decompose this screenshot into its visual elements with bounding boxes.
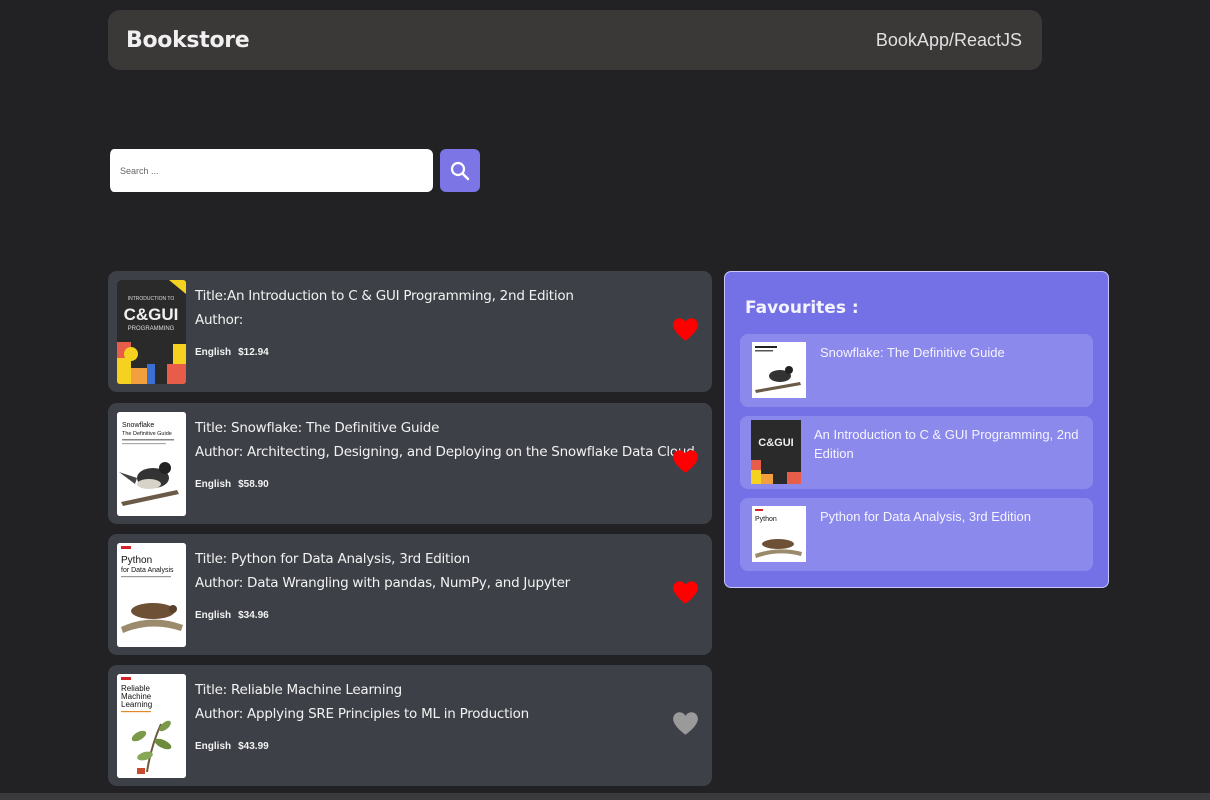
book-cover-c-gui[interactable]: INTRODUCTION TO C&GUI PROGRAMMING (117, 280, 186, 384)
svg-text:The Definitive Guide: The Definitive Guide (122, 431, 172, 437)
svg-text:for Data Analysis: for Data Analysis (121, 567, 174, 574)
book-card[interactable]: Python for Data Analysis Title: Python f… (108, 534, 712, 655)
window-bottom-strip (0, 793, 1210, 800)
heart-icon[interactable] (672, 580, 699, 605)
svg-text:Snowflake: Snowflake (122, 422, 154, 429)
book-title: Title: Python for Data Analysis, 3rd Edi… (195, 551, 470, 567)
book-author: Author: Applying SRE Principles to ML in… (195, 706, 529, 722)
book-title: Title: Snowflake: The Definitive Guide (195, 420, 440, 436)
book-meta: English $34.96 (195, 610, 269, 621)
book-cover-snowflake[interactable]: Snowflake The Definitive Guide (117, 412, 186, 516)
favourite-item[interactable]: Snowflake: The Definitive Guide (740, 334, 1093, 407)
search-icon (450, 161, 470, 180)
svg-text:C&GUI: C&GUI (758, 437, 793, 449)
book-title: Title: Reliable Machine Learning (195, 682, 402, 698)
search-input[interactable] (108, 149, 433, 192)
book-meta: English $58.90 (195, 479, 269, 490)
favourite-thumbnail: Python (752, 506, 806, 562)
book-card[interactable]: Reliable Machine Learning Title: Reliabl… (108, 665, 712, 786)
book-card[interactable]: INTRODUCTION TO C&GUI PROGRAMMING Title:… (108, 271, 712, 392)
favourites-heading: Favourites : (745, 298, 859, 318)
book-card[interactable]: Snowflake The Definitive Guide Title: Sn… (108, 403, 712, 524)
favourite-title: Snowflake: The Definitive Guide (820, 345, 1005, 360)
book-title: Title:An Introduction to C & GUI Program… (195, 288, 574, 304)
favourites-panel: Favourites : Snowflake: The Definitive G… (724, 271, 1109, 588)
search-button[interactable] (440, 149, 480, 192)
svg-text:Python: Python (121, 555, 152, 566)
book-price: $12.94 (238, 347, 269, 358)
svg-text:INTRODUCTION TO: INTRODUCTION TO (128, 296, 175, 302)
book-author: Author: (195, 312, 244, 328)
heart-icon[interactable] (672, 711, 699, 736)
favourite-title: An Introduction to C & GUI Programming, … (814, 427, 1079, 461)
book-author: Author: Data Wrangling with pandas, NumP… (195, 575, 570, 591)
navbar: Bookstore BookApp/ReactJS (108, 10, 1042, 70)
book-price: $43.99 (238, 741, 269, 752)
book-cover-python-data-analysis[interactable]: Python for Data Analysis (117, 543, 186, 647)
book-meta: English $43.99 (195, 741, 269, 752)
book-language: English (195, 479, 232, 490)
nav-app-label[interactable]: BookApp/ReactJS (876, 30, 1022, 51)
svg-text:Python: Python (755, 516, 777, 523)
favourite-thumbnail (752, 342, 806, 398)
svg-text:Learning: Learning (121, 700, 152, 709)
book-language: English (195, 610, 232, 621)
heart-icon[interactable] (672, 449, 699, 474)
book-language: English (195, 347, 232, 358)
book-cover-reliable-ml[interactable]: Reliable Machine Learning (117, 674, 186, 778)
favourite-title: Python for Data Analysis, 3rd Edition (820, 509, 1032, 524)
book-price: $34.96 (238, 610, 269, 621)
favourite-item[interactable]: Python Python for Data Analysis, 3rd Edi… (740, 498, 1093, 571)
book-price: $58.90 (238, 479, 269, 490)
heart-icon[interactable] (672, 317, 699, 342)
svg-text:PROGRAMMING: PROGRAMMING (128, 326, 175, 332)
book-author: Author: Architecting, Designing, and Dep… (195, 444, 695, 460)
book-meta: English $12.94 (195, 347, 269, 358)
favourite-thumbnail: C&GUI (751, 420, 801, 484)
favourite-item[interactable]: C&GUI An Introduction to C & GUI Program… (740, 416, 1093, 489)
svg-text:C&GUI: C&GUI (124, 305, 179, 324)
book-language: English (195, 741, 232, 752)
brand-title[interactable]: Bookstore (126, 28, 250, 53)
